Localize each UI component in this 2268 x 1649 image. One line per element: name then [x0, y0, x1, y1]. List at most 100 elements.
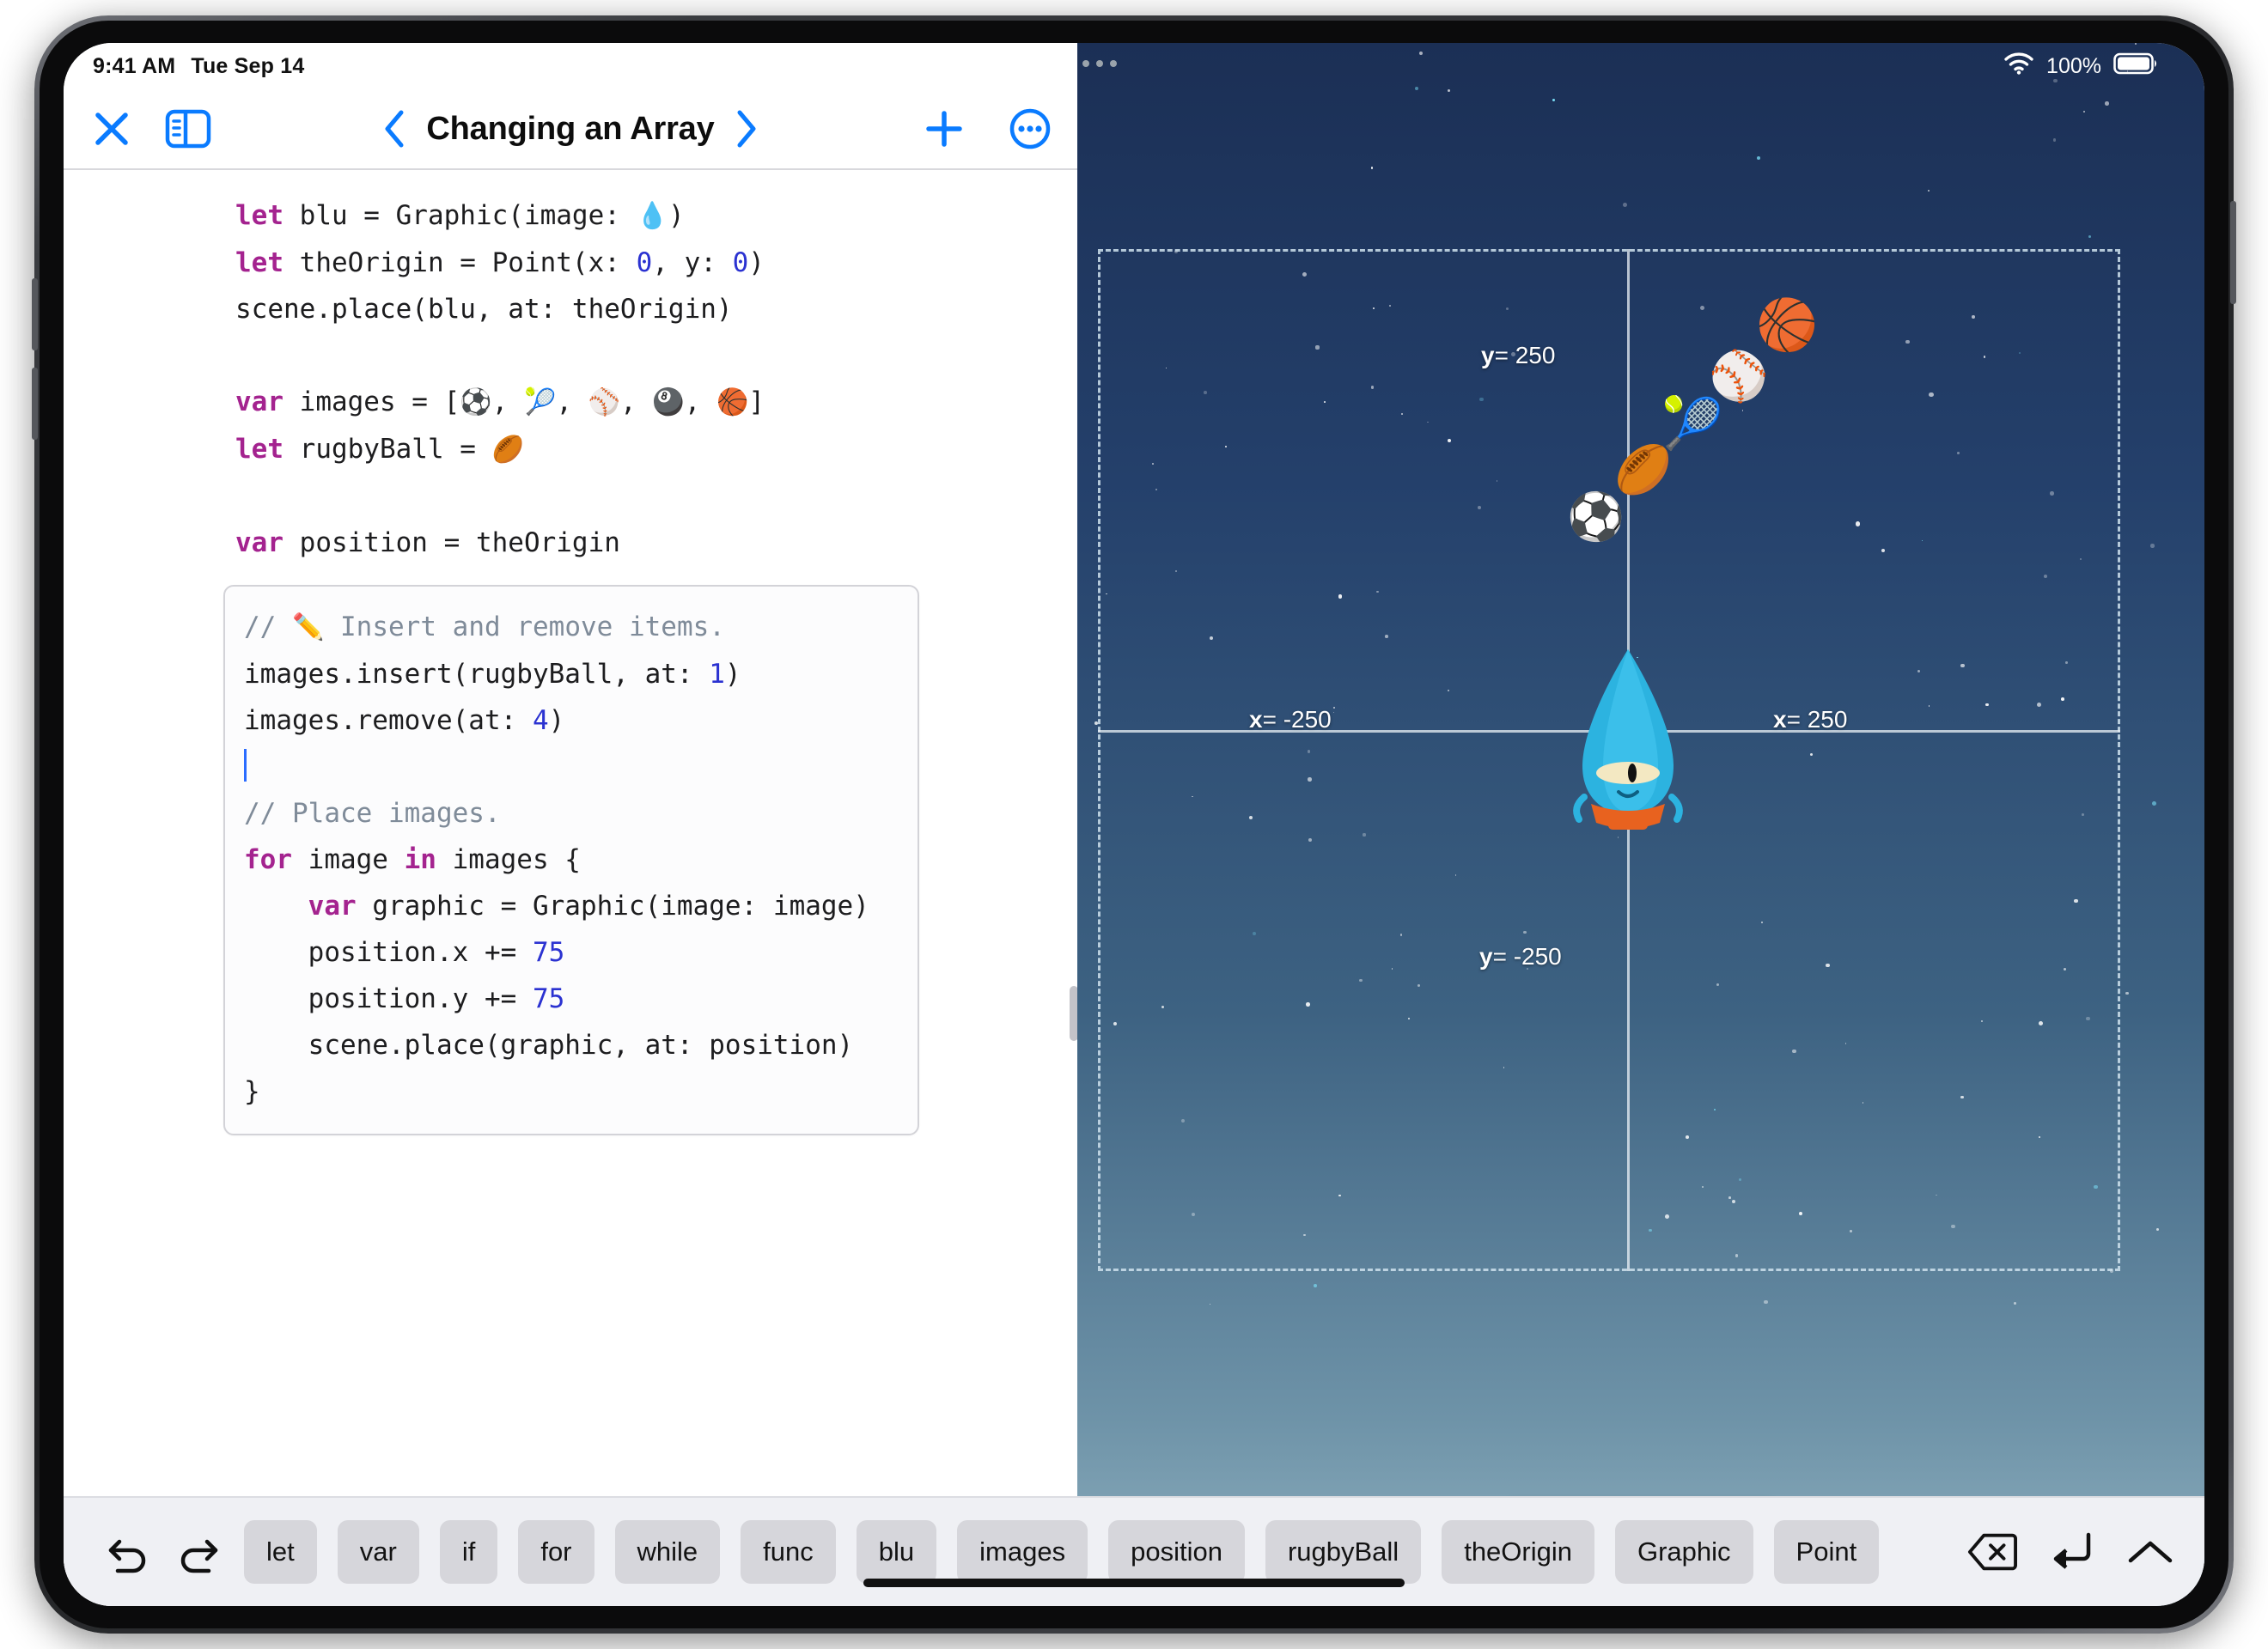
- keyboard-bar-right: [1967, 1527, 2175, 1577]
- split-view-grabber[interactable]: [1070, 986, 1077, 1041]
- star: [2150, 544, 2155, 548]
- sidebar-toggle-icon[interactable]: [165, 106, 211, 151]
- return-key-icon[interactable]: [2046, 1527, 2096, 1577]
- code-line: // ✏️ Insert and remove items.: [244, 604, 918, 651]
- keyword-chip-theorigin[interactable]: theOrigin: [1442, 1520, 1594, 1584]
- code-token: Insert and remove items.: [324, 612, 725, 642]
- backspace-delete-icon[interactable]: [1967, 1527, 2017, 1577]
- code-token: let: [235, 247, 300, 278]
- code-line: [235, 332, 1077, 379]
- star: [1764, 1300, 1768, 1305]
- undo-icon[interactable]: [103, 1527, 153, 1577]
- plus-icon[interactable]: [923, 107, 966, 150]
- code-line: [235, 473, 1077, 520]
- code-line: var images = [⚽, 🎾, ⚾, 🎱, 🏀]: [235, 379, 1077, 426]
- star: [1370, 166, 1374, 169]
- code-line: // Place images.: [244, 790, 918, 837]
- keyword-chip-let[interactable]: let: [244, 1520, 317, 1584]
- editable-code-region[interactable]: // ✏️ Insert and remove items. images.ins…: [223, 585, 919, 1135]
- keyboard-accessory-bar: let var if for while func blu images position rug…: [64, 1496, 2204, 1606]
- graphic-basketball: 🏀: [1756, 301, 1818, 350]
- battery-percent-label: 100%: [2046, 53, 2101, 78]
- axis-label-y-positive: y= 250: [1481, 342, 1556, 368]
- code-scroll-area[interactable]: let blu = Graphic(image: 💧) let theOrigin…: [64, 170, 1077, 1606]
- text-caret: [244, 749, 247, 782]
- code-token: graphic = Graphic(image: image): [372, 891, 869, 922]
- code-line: let blu = Graphic(image: 💧): [235, 192, 1077, 240]
- code-token: }: [244, 1076, 260, 1107]
- keyword-chip-images[interactable]: images: [957, 1520, 1088, 1584]
- code-token: position.x +=: [244, 937, 533, 968]
- code-token: images.remove(at:: [244, 705, 533, 736]
- pane-resize-dots[interactable]: [1082, 60, 1117, 67]
- code-token: ,: [556, 386, 588, 417]
- keyword-chip-blu[interactable]: blu: [856, 1520, 937, 1584]
- code-token: , y:: [652, 247, 733, 278]
- volume-down-button[interactable]: [32, 368, 38, 440]
- rugby-ball-emoji: 🏉: [1614, 444, 1673, 496]
- chevron-left-icon[interactable]: [381, 108, 407, 149]
- more-ellipsis-icon[interactable]: [1009, 107, 1052, 150]
- star: [1448, 88, 1451, 92]
- wifi-icon: [2003, 52, 2034, 81]
- home-indicator: [863, 1579, 1405, 1587]
- code-token: ⚾: [588, 387, 621, 417]
- code-token: image: [308, 844, 405, 875]
- code-token: let: [235, 200, 300, 231]
- code-token: 💧: [636, 201, 668, 231]
- power-button[interactable]: [2230, 201, 2236, 304]
- code-token: ]: [748, 386, 765, 417]
- code-line: images.remove(at: 4): [244, 697, 918, 744]
- star: [2088, 234, 2092, 239]
- battery-icon: [2113, 52, 2158, 81]
- axis-label-y-negative: y= -250: [1479, 943, 1562, 970]
- status-date: Tue Sep 14: [191, 53, 305, 78]
- keyword-chip-func[interactable]: func: [741, 1520, 836, 1584]
- star: [1623, 203, 1627, 208]
- baseball-emoji: ⚾: [1709, 349, 1769, 403]
- volume-up-button[interactable]: [32, 278, 38, 350]
- code-token: ,: [620, 386, 653, 417]
- star: [1756, 155, 1761, 161]
- code-token: // Place images.: [244, 798, 501, 829]
- keyword-chip-for[interactable]: for: [518, 1520, 594, 1584]
- code-token: images.insert(rugbyBall, at:: [244, 659, 710, 690]
- code-line: scene.place(blu, at: theOrigin): [235, 286, 1077, 332]
- code-line: [244, 744, 918, 790]
- code-token: 🏉: [491, 435, 524, 465]
- graphic-baseball: ⚾: [1709, 352, 1769, 400]
- code-block-editable[interactable]: // ✏️ Insert and remove items. images.ins…: [244, 604, 918, 1115]
- keyword-chip-var[interactable]: var: [337, 1520, 419, 1584]
- keyword-chip-graphic[interactable]: Graphic: [1615, 1520, 1753, 1584]
- keyword-chip-rugbyball[interactable]: rugbyBall: [1265, 1520, 1422, 1584]
- code-token: ): [724, 659, 741, 690]
- keyword-chip-if[interactable]: if: [439, 1520, 498, 1584]
- code-token: let: [235, 434, 300, 465]
- status-bar-left: 9:41 AM Tue Sep 14: [64, 43, 1077, 89]
- code-block-readonly: let blu = Graphic(image: 💧) let theOrigin…: [64, 192, 1077, 566]
- ipad-screen: 9:41 AM Tue Sep 14 Changing an Array let…: [64, 43, 2204, 1606]
- redo-icon[interactable]: [174, 1527, 223, 1577]
- chevron-right-icon[interactable]: [734, 108, 759, 149]
- code-token: ✏️: [292, 612, 325, 642]
- code-line: position.y += 75: [244, 976, 918, 1022]
- keyword-chip-point[interactable]: Point: [1773, 1520, 1880, 1584]
- soccer-ball-emoji: ⚽: [1567, 491, 1625, 543]
- code-token: images {: [452, 844, 581, 875]
- code-line: var graphic = Graphic(image: image): [244, 883, 918, 929]
- close-icon[interactable]: [89, 106, 134, 151]
- chevron-up-icon[interactable]: [2125, 1527, 2175, 1577]
- code-token: scene.place(graphic, at: position): [244, 1030, 854, 1061]
- star: [1927, 190, 1930, 192]
- code-line: images.insert(rugbyBall, at: 1): [244, 651, 918, 697]
- axis-label-x-negative: x= -250: [1249, 706, 1332, 733]
- code-token: in: [404, 844, 453, 875]
- keyword-chip-position[interactable]: position: [1108, 1520, 1245, 1584]
- code-line: }: [244, 1068, 918, 1115]
- code-token: for: [244, 844, 308, 875]
- code-token: 🏀: [716, 387, 749, 417]
- keyword-chip-while[interactable]: while: [614, 1520, 721, 1584]
